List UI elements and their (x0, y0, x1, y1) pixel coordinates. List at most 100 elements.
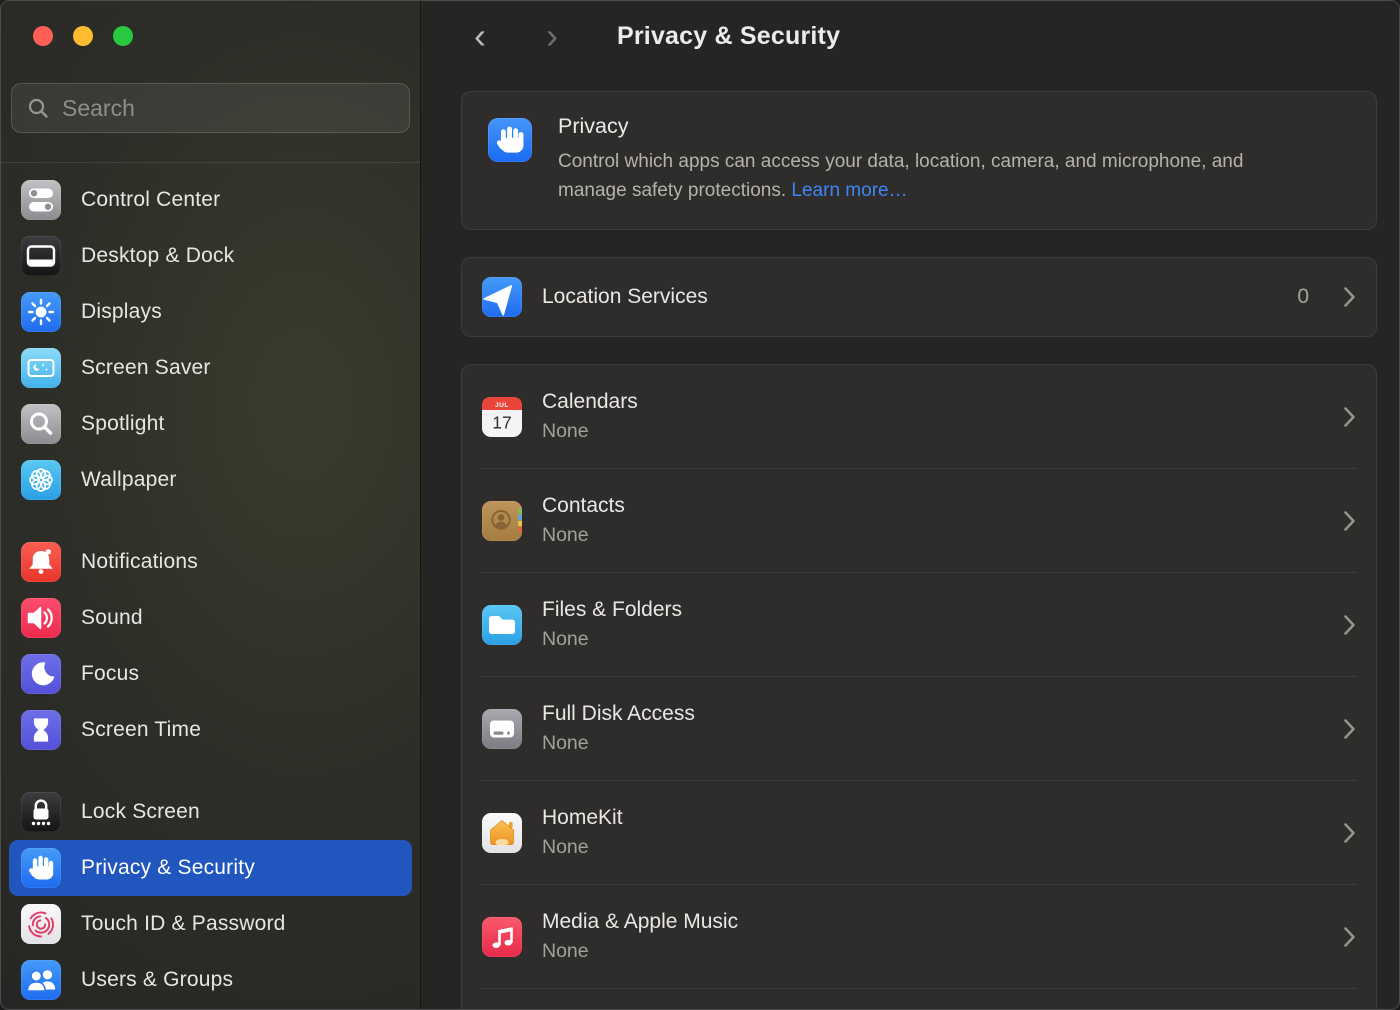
page-title: Privacy & Security (617, 22, 840, 51)
sidebar-item-label: Wallpaper (81, 468, 177, 492)
svg-text:17: 17 (492, 412, 511, 432)
touch-id-icon (21, 904, 61, 944)
chevron-right-icon (1343, 822, 1356, 844)
control-center-icon (21, 180, 61, 220)
row-title: Contacts (542, 494, 625, 518)
zoom-button[interactable] (113, 26, 133, 46)
sidebar-item-label: Users & Groups (81, 968, 233, 992)
sidebar-item-privacy-security[interactable]: Privacy & Security (9, 840, 412, 896)
sidebar-item-displays[interactable]: Displays (9, 284, 412, 340)
displays-icon (21, 292, 61, 332)
sidebar-item-spotlight[interactable]: Spotlight (9, 396, 412, 452)
sidebar-item-label: Control Center (81, 188, 220, 212)
search-input[interactable] (62, 95, 395, 122)
row-value: None (542, 628, 682, 651)
minimize-button[interactable] (73, 26, 93, 46)
row-full-disk-access[interactable]: Full Disk Access None (462, 677, 1376, 780)
traffic-lights (11, 26, 410, 46)
location-services-count: 0 (1297, 285, 1309, 309)
sidebar-item-control-center[interactable]: Control Center (9, 172, 412, 228)
sidebar-item-lock-screen[interactable]: Lock Screen (9, 784, 412, 840)
sidebar-item-label: Displays (81, 300, 162, 324)
row-passkeys-access[interactable]: Passkeys Access for Web Browsers None (462, 989, 1376, 1010)
row-title: Full Disk Access (542, 702, 695, 726)
sidebar-item-touch-id[interactable]: Touch ID & Password (9, 896, 412, 952)
page-header: ‹ › Privacy & Security (421, 1, 1399, 71)
sidebar-item-label: Lock Screen (81, 800, 200, 824)
chevron-right-icon (1343, 510, 1356, 532)
sidebar-item-users-groups[interactable]: Users & Groups (9, 952, 412, 1008)
back-button[interactable]: ‹ (463, 18, 497, 54)
chevron-right-icon (1343, 614, 1356, 636)
sidebar-group-appearance: Control Center Desktop & Dock (9, 172, 412, 508)
row-value: None (542, 940, 738, 963)
row-files-folders[interactable]: Files & Folders None (462, 573, 1376, 676)
focus-icon (21, 654, 61, 694)
users-groups-icon (21, 960, 61, 1000)
privacy-card-title: Privacy (558, 114, 1268, 139)
sidebar-group-notifications: Notifications Sound Focus (9, 534, 412, 758)
sidebar-item-label: Touch ID & Password (81, 912, 286, 936)
sidebar-item-screen-time[interactable]: Screen Time (9, 702, 412, 758)
search-icon (26, 96, 50, 120)
sidebar-item-label: Desktop & Dock (81, 244, 234, 268)
sidebar-item-label: Privacy & Security (81, 856, 255, 880)
row-value: None (542, 836, 623, 859)
row-media-apple-music[interactable]: Media & Apple Music None (462, 885, 1376, 988)
row-calendars[interactable]: JUL 17 Calendars None (462, 365, 1376, 468)
homekit-icon (482, 813, 522, 853)
sidebar-item-label: Screen Time (81, 718, 201, 742)
row-title: HomeKit (542, 806, 623, 830)
svg-text:JUL: JUL (495, 401, 509, 408)
search-field[interactable] (11, 83, 410, 133)
notifications-icon (21, 542, 61, 582)
sidebar-item-label: Screen Saver (81, 356, 211, 380)
privacy-intro-card: Privacy Control which apps can access yo… (461, 91, 1377, 230)
calendars-icon: JUL 17 (482, 397, 522, 437)
settings-window: Control Center Desktop & Dock (0, 0, 1400, 1010)
titlebar (1, 1, 420, 163)
sidebar-item-focus[interactable]: Focus (9, 646, 412, 702)
full-disk-access-icon (482, 709, 522, 749)
close-button[interactable] (33, 26, 53, 46)
forward-button[interactable]: › (535, 18, 569, 54)
chevron-right-icon (1343, 926, 1356, 948)
sidebar-item-notifications[interactable]: Notifications (9, 534, 412, 590)
sidebar-item-sound[interactable]: Sound (9, 590, 412, 646)
sidebar-item-label: Sound (81, 606, 143, 630)
sidebar-item-label: Focus (81, 662, 139, 686)
settings-content: Privacy Control which apps can access yo… (421, 71, 1399, 1010)
row-contacts[interactable]: Contacts None (462, 469, 1376, 572)
row-value: None (542, 524, 625, 547)
contacts-icon (482, 501, 522, 541)
desktop-dock-icon (21, 236, 61, 276)
location-services-row[interactable]: Location Services 0 (461, 257, 1377, 337)
sidebar-item-screen-saver[interactable]: Screen Saver (9, 340, 412, 396)
row-homekit[interactable]: HomeKit None (462, 781, 1376, 884)
row-title: Files & Folders (542, 598, 682, 622)
sidebar-group-security: Lock Screen Privacy & Security (9, 784, 412, 1008)
chevron-right-icon (1343, 718, 1356, 740)
privacy-card-description: Control which apps can access your data,… (558, 148, 1268, 205)
sidebar-item-label: Spotlight (81, 412, 165, 436)
sidebar-item-label: Notifications (81, 550, 198, 574)
wallpaper-icon (21, 460, 61, 500)
privacy-hand-icon (488, 118, 532, 162)
sidebar-item-wallpaper[interactable]: Wallpaper (9, 452, 412, 508)
chevron-right-icon (1343, 406, 1356, 428)
screen-saver-icon (21, 348, 61, 388)
row-title: Calendars (542, 390, 638, 414)
files-folders-icon (482, 605, 522, 645)
sound-icon (21, 598, 61, 638)
spotlight-icon (21, 404, 61, 444)
sidebar-item-desktop-dock[interactable]: Desktop & Dock (9, 228, 412, 284)
main-panel: ‹ › Privacy & Security (421, 1, 1399, 1009)
location-services-icon (482, 277, 522, 317)
media-apple-music-icon (482, 917, 522, 957)
location-services-label: Location Services (542, 285, 708, 309)
screen-time-icon (21, 710, 61, 750)
privacy-security-icon (21, 848, 61, 888)
learn-more-link[interactable]: Learn more… (791, 180, 907, 201)
permissions-card: JUL 17 Calendars None (461, 364, 1377, 1010)
row-value: None (542, 420, 638, 443)
